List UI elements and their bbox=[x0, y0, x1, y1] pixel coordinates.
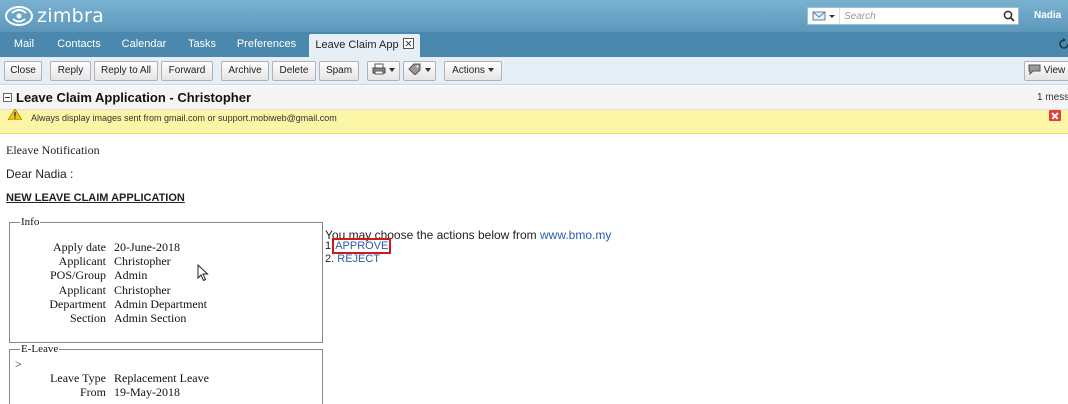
tab-leave-claim-app-label: Leave Claim App bbox=[315, 39, 399, 51]
search-input[interactable] bbox=[840, 8, 1000, 24]
approve-link[interactable]: APPROVE bbox=[332, 238, 392, 254]
reply-all-button[interactable]: Reply to All bbox=[94, 61, 158, 81]
tab-mail[interactable]: Mail bbox=[3, 32, 45, 57]
info-value: 20-June-2018 bbox=[114, 240, 180, 254]
printer-icon bbox=[372, 63, 386, 75]
actions-dropdown-button[interactable]: Actions bbox=[444, 61, 502, 81]
mouse-cursor-icon bbox=[197, 264, 209, 282]
message-subject: Leave Claim Application - Christopher bbox=[16, 90, 252, 105]
zimbra-logo-icon bbox=[5, 6, 33, 26]
top-header: zimbra Nadia bbox=[0, 0, 1068, 32]
info-fieldset: Info Apply date 20-June-2018 Applicant C… bbox=[9, 216, 323, 343]
eleave-value: 19-May-2018 bbox=[114, 385, 180, 399]
eleave-marker: > bbox=[15, 357, 22, 371]
close-tab-icon[interactable] bbox=[402, 38, 414, 49]
message-count: 1 messa bbox=[1037, 92, 1068, 103]
view-button[interactable]: View bbox=[1024, 61, 1068, 81]
action-reject-line: 2. REJECT bbox=[325, 253, 380, 265]
user-name[interactable]: Nadia bbox=[1034, 10, 1061, 21]
chevron-down-icon bbox=[389, 68, 395, 72]
magnifier-icon bbox=[1003, 10, 1015, 22]
forward-button[interactable]: Forward bbox=[161, 61, 213, 81]
reject-link[interactable]: REJECT bbox=[337, 253, 380, 265]
eleave-value: Replacement Leave bbox=[114, 371, 209, 385]
tab-tasks[interactable]: Tasks bbox=[178, 32, 226, 57]
print-dropdown-button[interactable] bbox=[367, 61, 400, 81]
action-number: 1. bbox=[325, 240, 335, 252]
warning-icon bbox=[8, 109, 22, 120]
close-button[interactable]: Close bbox=[4, 61, 42, 81]
message-header: Leave Claim Application - Christopher 1 … bbox=[0, 86, 1068, 110]
info-value: Christopher bbox=[114, 283, 171, 297]
chevron-down-icon bbox=[425, 68, 431, 72]
email-body: Eleave Notification Dear Nadia : NEW LEA… bbox=[0, 134, 1068, 404]
greeting: Dear Nadia : bbox=[6, 167, 74, 181]
tab-leave-claim-app[interactable]: Leave Claim App bbox=[309, 34, 420, 57]
tag-dropdown-button[interactable] bbox=[403, 61, 436, 81]
view-label: View bbox=[1043, 65, 1066, 76]
zimbra-logo[interactable]: zimbra bbox=[4, 4, 104, 28]
info-value: Admin Section bbox=[114, 311, 187, 325]
notification-title: Eleave Notification bbox=[6, 143, 100, 157]
display-images-link[interactable]: Always display images sent from gmail.co… bbox=[31, 113, 337, 123]
application-heading: NEW LEAVE CLAIM APPLICATION bbox=[6, 192, 185, 204]
action-approve-line: 1.APPROVE bbox=[325, 238, 392, 254]
info-value: Christopher bbox=[114, 254, 171, 268]
bmo-site-link[interactable]: www.bmo.my bbox=[540, 228, 611, 242]
refresh-icon[interactable] bbox=[1058, 38, 1068, 52]
eleave-fieldset: E-Leave > Leave Type Replacement Leave F… bbox=[9, 343, 323, 404]
action-number: 2. bbox=[325, 253, 335, 265]
tag-icon bbox=[408, 63, 421, 76]
search-box bbox=[807, 7, 1019, 25]
tab-preferences[interactable]: Preferences bbox=[229, 32, 304, 57]
image-warning-bar: Always display images sent from gmail.co… bbox=[0, 109, 1068, 134]
eleave-legend: E-Leave bbox=[21, 343, 59, 355]
spam-button[interactable]: Spam bbox=[319, 61, 359, 81]
info-value: Admin bbox=[114, 268, 148, 282]
close-warning-icon[interactable] bbox=[1049, 110, 1061, 121]
mail-search-icon bbox=[812, 11, 835, 21]
tab-contacts[interactable]: Contacts bbox=[48, 32, 110, 57]
app-tabs: Mail Contacts Calendar Tasks Preferences… bbox=[0, 32, 1068, 57]
collapse-icon[interactable] bbox=[3, 93, 12, 102]
delete-button[interactable]: Delete bbox=[272, 61, 316, 81]
reply-button[interactable]: Reply bbox=[50, 61, 91, 81]
search-type-dropdown[interactable] bbox=[808, 8, 840, 24]
actions-label: Actions bbox=[452, 65, 485, 76]
view-bubble-icon bbox=[1028, 64, 1041, 76]
tab-calendar[interactable]: Calendar bbox=[113, 32, 175, 57]
chevron-down-icon bbox=[487, 68, 494, 72]
info-value: Admin Department bbox=[114, 297, 207, 311]
archive-button[interactable]: Archive bbox=[221, 61, 269, 81]
logo-text: zimbra bbox=[37, 5, 105, 27]
message-toolbar: Close Reply Reply to All Forward Archive… bbox=[0, 57, 1068, 85]
info-legend: Info bbox=[21, 216, 40, 228]
search-button[interactable] bbox=[1000, 8, 1018, 24]
